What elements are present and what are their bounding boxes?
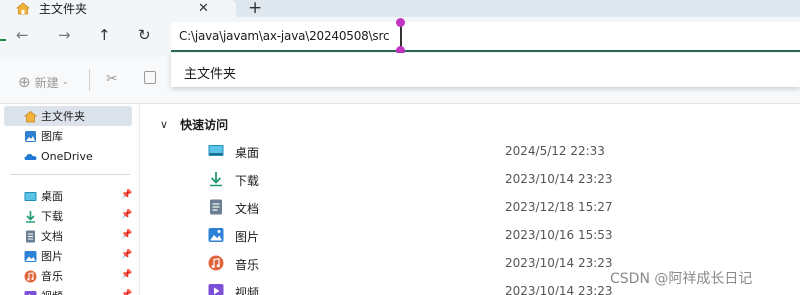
pin-icon[interactable]: 📌 bbox=[121, 250, 132, 260]
new-button[interactable]: ⊕ 新建 ⌄ bbox=[18, 73, 69, 91]
desktop-icon bbox=[24, 190, 37, 203]
sidebar-item-label: 音乐 bbox=[41, 270, 63, 283]
chevron-down-icon[interactable]: ∨ bbox=[160, 118, 168, 131]
address-input[interactable]: C:\java\javam\ax-java\20240508\src bbox=[179, 29, 390, 43]
sidebar-item-gallery[interactable]: 图库 bbox=[4, 126, 132, 146]
new-label: 新建 bbox=[34, 75, 59, 90]
tab-title: 主文件夹 bbox=[39, 2, 88, 16]
watermark: CSDN @阿祥成长日记 bbox=[610, 271, 753, 287]
quick-access-header[interactable]: ∨ 快速访问 bbox=[160, 116, 228, 133]
status-marker bbox=[0, 39, 6, 41]
cut-icon[interactable]: ✂ bbox=[106, 71, 118, 87]
pin-icon[interactable]: 📌 bbox=[121, 290, 132, 295]
document-icon bbox=[208, 199, 224, 215]
item-name: 桌面 bbox=[235, 146, 260, 160]
item-date: 2023/10/14 23:23 bbox=[505, 256, 613, 270]
cloud-icon bbox=[24, 150, 37, 163]
sidebar-item-label: 图片 bbox=[41, 250, 63, 263]
address-bar[interactable]: C:\java\javam\ax-java\20240508\src bbox=[171, 18, 800, 55]
sidebar-item-label: 视频 bbox=[41, 288, 63, 295]
item-name: 文档 bbox=[235, 202, 260, 216]
list-item[interactable]: 文档 2023/12/18 15:27 bbox=[208, 193, 728, 221]
refresh-button[interactable]: ↻ bbox=[138, 26, 151, 44]
pin-icon[interactable]: 📌 bbox=[121, 210, 132, 220]
document-icon bbox=[24, 230, 37, 243]
item-date: 2024/5/12 22:33 bbox=[505, 144, 605, 158]
item-name: 音乐 bbox=[235, 258, 260, 272]
list-item[interactable]: 桌面 2024/5/12 22:33 bbox=[208, 137, 728, 165]
sidebar: 主文件夹 图库 OneDrive 桌面 📌 下载 📌 文档 📌 图片 📌 音乐 … bbox=[0, 104, 140, 295]
sidebar-item-label: OneDrive bbox=[41, 149, 93, 163]
plus-icon: ⊕ bbox=[18, 73, 31, 91]
desktop-icon bbox=[208, 143, 224, 159]
list-item[interactable]: 下载 2023/10/14 23:23 bbox=[208, 165, 728, 193]
sidebar-item-downloads[interactable]: 下载 📌 bbox=[4, 206, 132, 226]
sidebar-item-label: 下载 bbox=[41, 210, 63, 223]
new-tab-button[interactable]: + bbox=[248, 0, 262, 18]
pin-icon[interactable]: 📌 bbox=[121, 190, 132, 200]
main-content: ∨ 快速访问 桌面 2024/5/12 22:33 下载 2023/10/14 … bbox=[140, 104, 800, 295]
close-icon[interactable]: ✕ bbox=[198, 1, 209, 16]
tab-strip: 主文件夹 ✕ + bbox=[0, 0, 800, 18]
item-date: 2023/10/14 23:23 bbox=[505, 172, 613, 186]
sidebar-item-label: 桌面 bbox=[41, 190, 63, 203]
music-icon bbox=[24, 270, 37, 283]
sidebar-item-label: 文档 bbox=[41, 230, 63, 243]
sidebar-divider bbox=[10, 174, 130, 175]
sidebar-item-music[interactable]: 音乐 📌 bbox=[4, 266, 132, 286]
caret-marker-top bbox=[396, 18, 405, 27]
forward-button[interactable]: → bbox=[58, 26, 71, 44]
item-name: 图片 bbox=[235, 230, 260, 244]
sidebar-item-label: 主文件夹 bbox=[41, 110, 85, 123]
sidebar-item-videos[interactable]: 视频 📌 bbox=[4, 286, 132, 295]
music-icon bbox=[208, 255, 224, 271]
chevron-down-icon: ⌄ bbox=[61, 77, 70, 87]
section-title: 快速访问 bbox=[180, 118, 229, 132]
sidebar-item-home[interactable]: 主文件夹 bbox=[4, 106, 132, 126]
download-icon bbox=[208, 171, 224, 187]
picture-icon bbox=[208, 227, 224, 243]
up-button[interactable]: ↑ bbox=[98, 26, 111, 44]
pin-icon[interactable]: 📌 bbox=[121, 270, 132, 280]
pin-icon[interactable]: 📌 bbox=[121, 230, 132, 240]
list-item[interactable]: 图片 2023/10/16 15:53 bbox=[208, 221, 728, 249]
item-name: 视频 bbox=[235, 286, 260, 295]
home-icon bbox=[15, 2, 31, 15]
sidebar-item-desktop[interactable]: 桌面 📌 bbox=[4, 186, 132, 206]
copy-icon[interactable] bbox=[144, 71, 156, 84]
sidebar-item-label: 图库 bbox=[41, 130, 63, 143]
picture-icon bbox=[24, 250, 37, 263]
sidebar-item-pictures[interactable]: 图片 📌 bbox=[4, 246, 132, 266]
home-icon bbox=[23, 110, 38, 123]
address-suggestions: 主文件夹 bbox=[171, 53, 800, 87]
video-icon bbox=[208, 283, 224, 295]
toolbar-divider bbox=[89, 69, 90, 91]
item-date: 2023/10/14 23:23 bbox=[505, 284, 613, 295]
sidebar-item-onedrive[interactable]: OneDrive bbox=[4, 146, 132, 166]
back-button[interactable]: ← bbox=[16, 26, 29, 44]
gallery-icon bbox=[24, 130, 37, 143]
item-date: 2023/12/18 15:27 bbox=[505, 200, 613, 214]
download-icon bbox=[24, 210, 37, 223]
suggestion-item[interactable]: 主文件夹 bbox=[184, 63, 236, 82]
item-date: 2023/10/16 15:53 bbox=[505, 228, 613, 242]
tab-home[interactable]: 主文件夹 ✕ bbox=[0, 0, 236, 17]
item-name: 下载 bbox=[235, 174, 260, 188]
sidebar-item-documents[interactable]: 文档 📌 bbox=[4, 226, 132, 246]
video-icon bbox=[24, 290, 37, 295]
